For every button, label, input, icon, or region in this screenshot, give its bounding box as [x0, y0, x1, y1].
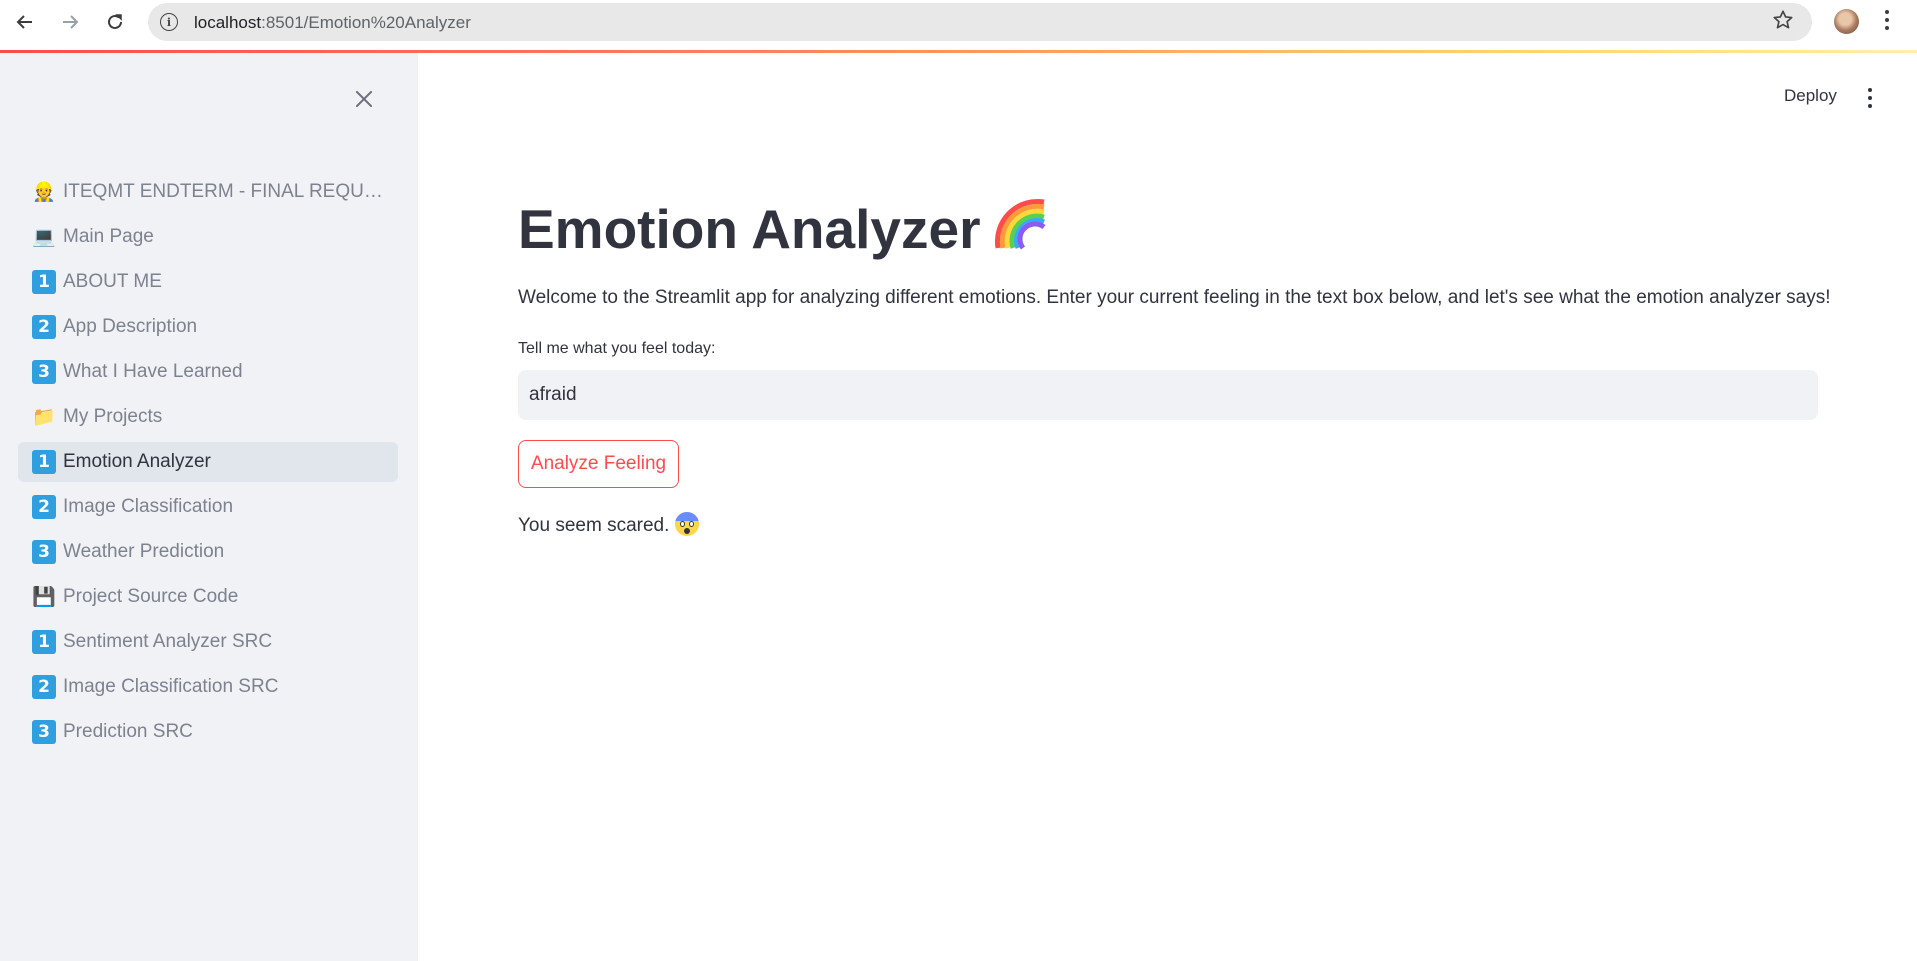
- number-badge-icon: 2: [32, 495, 56, 519]
- profile-avatar[interactable]: [1834, 9, 1859, 34]
- back-arrow-icon[interactable]: [12, 9, 38, 35]
- deploy-button[interactable]: Deploy: [1784, 86, 1837, 106]
- emoji-icon: 💾: [32, 586, 56, 608]
- analyze-feeling-button[interactable]: Analyze Feeling: [518, 440, 679, 488]
- sidebar-item-label: Prediction SRC: [63, 721, 193, 742]
- sidebar-item-label: Weather Prediction: [63, 541, 225, 562]
- browser-toolbar: i localhost:8501/Emotion%20Analyzer: [0, 0, 1917, 44]
- url-host: localhost: [194, 13, 262, 32]
- sidebar-item[interactable]: 👷 ITEQMT ENDTERM - FINAL REQUIREMENT: [18, 172, 398, 212]
- address-bar[interactable]: i localhost:8501/Emotion%20Analyzer: [148, 3, 1812, 41]
- sidebar-item-label: ITEQMT ENDTERM - FINAL REQUIREMENT: [63, 181, 383, 202]
- page-title-text: Emotion Analyzer: [518, 198, 981, 260]
- sidebar-item-label: ABOUT ME: [63, 271, 162, 292]
- feeling-input[interactable]: [518, 370, 1818, 420]
- scared-face-icon: [675, 512, 700, 536]
- url-text[interactable]: localhost:8501/Emotion%20Analyzer: [194, 13, 471, 33]
- number-badge-icon: 1: [32, 630, 56, 654]
- sidebar-item-label: What I Have Learned: [63, 361, 243, 382]
- number-badge-icon: 3: [32, 540, 56, 564]
- info-icon[interactable]: i: [160, 13, 178, 31]
- number-badge-icon: 3: [32, 720, 56, 744]
- emoji-icon: 👷: [32, 181, 56, 203]
- page-title: Emotion Analyzer: [518, 196, 1050, 261]
- close-icon[interactable]: [352, 87, 376, 111]
- sidebar-item-label: Emotion Analyzer: [63, 451, 211, 472]
- sidebar-nav: 👷 ITEQMT ENDTERM - FINAL REQUIREMENT 💻 Main…: [18, 172, 398, 757]
- emoji-icon: 📁: [32, 406, 56, 428]
- sidebar-item-label: App Description: [63, 316, 198, 337]
- sidebar-item[interactable]: 1 ABOUT ME: [18, 262, 398, 302]
- number-badge-icon: 1: [32, 450, 56, 474]
- sidebar-item[interactable]: 1 Sentiment Analyzer SRC: [18, 622, 398, 662]
- url-path: :8501/Emotion%20Analyzer: [261, 13, 471, 32]
- rainbow-icon: [992, 196, 1050, 254]
- intro-text: Welcome to the Streamlit app for analyzi…: [518, 287, 1831, 308]
- sidebar-item[interactable]: 1 Emotion Analyzer: [18, 442, 398, 482]
- sidebar-item[interactable]: 3 Prediction SRC: [18, 712, 398, 752]
- sidebar-item-label: Project Source Code: [63, 586, 239, 607]
- sidebar-item-label: My Projects: [63, 406, 163, 427]
- result-message: You seem scared.: [518, 515, 670, 536]
- sidebar-item[interactable]: 3 Weather Prediction: [18, 532, 398, 572]
- number-badge-icon: 3: [32, 360, 56, 384]
- sidebar-item[interactable]: 💾 Project Source Code: [18, 577, 398, 617]
- sidebar-item[interactable]: 📁 My Projects: [18, 397, 398, 437]
- sidebar-item-label: Sentiment Analyzer SRC: [63, 631, 273, 652]
- sidebar-item[interactable]: 💻 Main Page: [18, 217, 398, 257]
- result-text: You seem scared.: [518, 512, 700, 537]
- number-badge-icon: 2: [32, 675, 56, 699]
- forward-arrow-icon[interactable]: [57, 9, 83, 35]
- star-icon[interactable]: [1772, 9, 1794, 37]
- sidebar-item-label: Image Classification SRC: [63, 676, 279, 697]
- sidebar-item-label: Main Page: [63, 226, 154, 247]
- sidebar: 👷 ITEQMT ENDTERM - FINAL REQUIREMENT 💻 Main…: [0, 53, 418, 961]
- emoji-icon: 💻: [32, 226, 56, 248]
- sidebar-item[interactable]: 3 What I Have Learned: [18, 352, 398, 392]
- sidebar-item[interactable]: 2 Image Classification SRC: [18, 667, 398, 707]
- sidebar-item[interactable]: 2 Image Classification: [18, 487, 398, 527]
- number-badge-icon: 2: [32, 315, 56, 339]
- sidebar-item-label: Image Classification: [63, 496, 234, 517]
- reload-icon[interactable]: [102, 9, 128, 35]
- feeling-input-label: Tell me what you feel today:: [518, 340, 716, 357]
- main-menu-icon[interactable]: [1865, 88, 1875, 110]
- number-badge-icon: 1: [32, 270, 56, 294]
- browser-menu-icon[interactable]: [1882, 10, 1892, 34]
- sidebar-item[interactable]: 2 App Description: [18, 307, 398, 347]
